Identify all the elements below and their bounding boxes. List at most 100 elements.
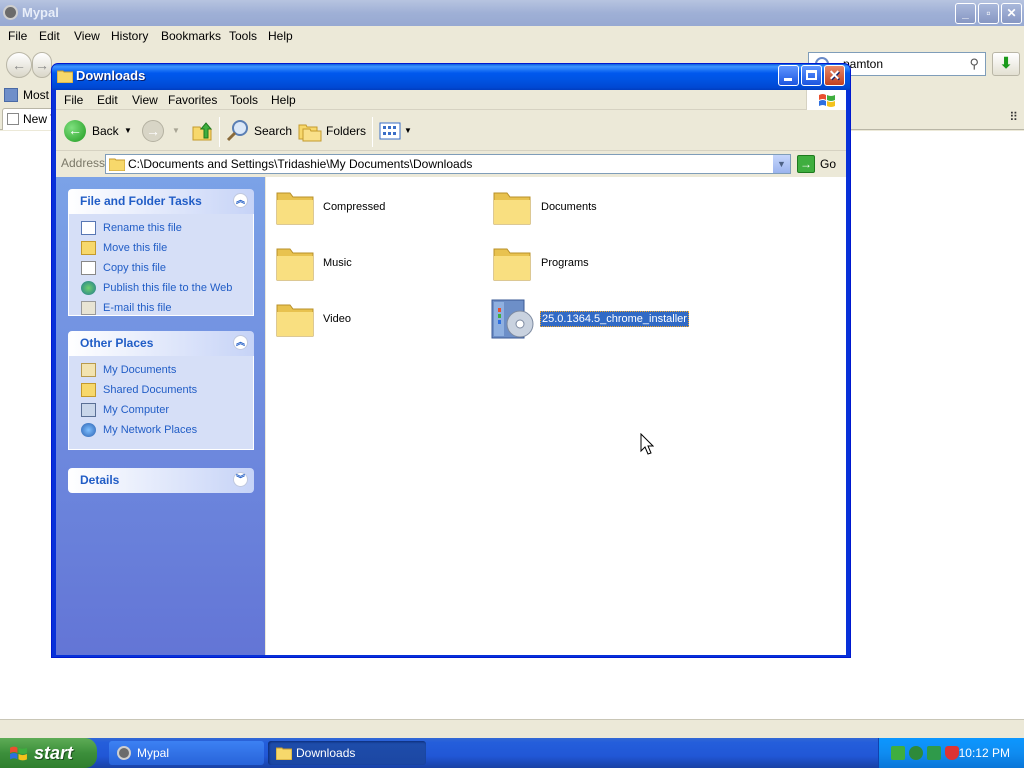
address-path: C:\Documents and Settings\Tridashie\My D… <box>128 157 473 171</box>
address-bar: Address C:\Documents and Settings\Tridas… <box>56 152 846 176</box>
address-dropdown-icon[interactable]: ▼ <box>773 155 790 173</box>
views-dropdown-icon: ▼ <box>404 126 412 135</box>
rename-file-link[interactable]: Rename this file <box>81 218 253 238</box>
back-arrow-icon[interactable]: ← <box>6 52 32 78</box>
my-network-places-link[interactable]: My Network Places <box>81 420 253 440</box>
email-file-link[interactable]: E-mail this file <box>81 298 253 315</box>
forward-dropdown-icon[interactable]: ▼ <box>172 118 180 144</box>
details-header[interactable]: Details ︾ <box>68 468 254 493</box>
browser-statusbar <box>0 719 1024 738</box>
menu-tools[interactable]: Tools <box>230 93 258 107</box>
go-button[interactable]: → Go <box>797 154 843 174</box>
folder-icon <box>493 192 531 225</box>
copy-icon <box>81 261 96 275</box>
browser-menu-help[interactable]: Help <box>268 29 293 43</box>
tray-app-icon[interactable] <box>909 746 923 760</box>
my-documents-icon <box>81 363 96 377</box>
folder-icon <box>276 192 314 225</box>
details-title: Details <box>80 473 120 487</box>
security-shield-icon[interactable] <box>945 746 959 760</box>
back-dropdown-icon[interactable]: ▼ <box>124 118 132 144</box>
expand-chevron-icon[interactable]: ︾ <box>233 472 248 487</box>
forward-button[interactable]: → ▼ <box>142 118 182 144</box>
folder-icon <box>109 158 125 171</box>
bookmark-icon <box>4 88 18 102</box>
browser-minimize-button[interactable]: _ <box>955 3 976 24</box>
up-folder-icon <box>192 122 213 141</box>
explorer-titlebar[interactable]: Downloads ✕ <box>52 64 850 90</box>
folder-icon <box>276 304 314 337</box>
folder-icon <box>493 248 531 281</box>
browser-title: Mypal <box>22 5 59 20</box>
task-pane: File and Folder Tasks ︽ Rename this file… <box>56 177 265 655</box>
mouse-cursor-icon <box>640 433 654 455</box>
address-input[interactable]: C:\Documents and Settings\Tridashie\My D… <box>105 154 791 174</box>
menu-file[interactable]: File <box>64 93 83 107</box>
move-file-link[interactable]: Move this file <box>81 238 253 258</box>
menu-help[interactable]: Help <box>271 93 296 107</box>
browser-titlebar[interactable]: Mypal _ ▫ ✕ <box>0 0 1024 26</box>
publish-file-link[interactable]: Publish this file to the Web <box>81 278 253 298</box>
folders-label: Folders <box>326 124 367 138</box>
close-button[interactable]: ✕ <box>824 65 845 86</box>
views-button[interactable]: ▼ <box>379 118 413 144</box>
menu-edit[interactable]: Edit <box>97 93 118 107</box>
folders-button[interactable]: Folders <box>298 118 367 144</box>
go-arrow-icon: → <box>797 155 815 173</box>
file-folder-tasks-header[interactable]: File and Folder Tasks ︽ <box>68 189 254 214</box>
bookmark-most-visited[interactable]: Most <box>23 88 49 102</box>
browser-maximize-button[interactable]: ▫ <box>978 3 999 24</box>
maximize-button[interactable] <box>801 65 822 86</box>
browser-menu-edit[interactable]: Edit <box>39 29 60 43</box>
search-label: Search <box>254 124 293 138</box>
folders-icon <box>298 124 322 142</box>
download-arrow-icon[interactable]: ⬇ <box>992 52 1020 76</box>
browser-menu-view[interactable]: View <box>74 29 100 43</box>
back-arrow-icon: ← <box>64 120 86 142</box>
menu-view[interactable]: View <box>132 93 158 107</box>
shared-documents-link[interactable]: Shared Documents <box>81 380 253 400</box>
search-button[interactable]: Search <box>226 118 293 144</box>
forward-arrow-icon[interactable]: → <box>32 52 52 78</box>
minimize-button[interactable] <box>778 65 799 86</box>
details-panel: Details ︾ <box>68 468 254 493</box>
safely-remove-icon[interactable] <box>927 746 941 760</box>
shared-folder-icon <box>81 383 96 397</box>
browser-menu-history[interactable]: History <box>111 29 148 43</box>
email-icon <box>81 301 96 315</box>
explorer-window: Downloads ✕ File Edit View Favorites Too… <box>51 63 851 658</box>
collapse-chevron-icon[interactable]: ︽ <box>233 193 248 208</box>
explorer-toolbar: ← Back ▼ → ▼ Search Folders ▼ <box>56 111 846 151</box>
folder-icon <box>276 747 292 760</box>
start-button[interactable]: start <box>0 738 97 768</box>
taskbar: start Mypal Downloads 10:12 PM <box>0 738 1024 768</box>
up-folder-button[interactable] <box>191 118 215 144</box>
network-tray-icon[interactable] <box>891 746 905 760</box>
forward-arrow-icon: → <box>142 120 164 142</box>
menu-favorites[interactable]: Favorites <box>168 93 217 107</box>
my-computer-link[interactable]: My Computer <box>81 400 253 420</box>
browser-close-button[interactable]: ✕ <box>1001 3 1022 24</box>
other-places-title: Other Places <box>80 336 154 350</box>
copy-file-link[interactable]: Copy this file <box>81 258 253 278</box>
my-documents-link[interactable]: My Documents <box>81 360 253 380</box>
go-label: Go <box>820 157 837 171</box>
taskbar-button-downloads[interactable]: Downloads <box>268 741 426 765</box>
browser-menu-bookmarks[interactable]: Bookmarks <box>161 29 221 43</box>
other-places-header[interactable]: Other Places ︽ <box>68 331 254 356</box>
search-icon <box>226 120 248 142</box>
tab-list-icon[interactable]: ⠿ <box>1009 110 1018 124</box>
file-folder-tasks-panel: File and Folder Tasks ︽ Rename this file… <box>68 189 254 316</box>
windows-logo-icon <box>806 90 846 110</box>
installer-package-icon <box>491 299 534 339</box>
taskbar-label: Mypal <box>137 746 170 760</box>
taskbar-button-mypal[interactable]: Mypal <box>109 741 264 765</box>
magnifier-icon[interactable]: ⚲ <box>969 53 979 75</box>
collapse-chevron-icon[interactable]: ︽ <box>233 335 248 350</box>
start-label: start <box>34 743 74 763</box>
browser-menu-file[interactable]: File <box>8 29 27 43</box>
back-button[interactable]: ← Back ▼ <box>64 118 132 144</box>
rename-icon <box>81 221 96 235</box>
clock: 10:12 PM <box>958 746 1010 760</box>
browser-menu-tools[interactable]: Tools <box>229 29 257 43</box>
